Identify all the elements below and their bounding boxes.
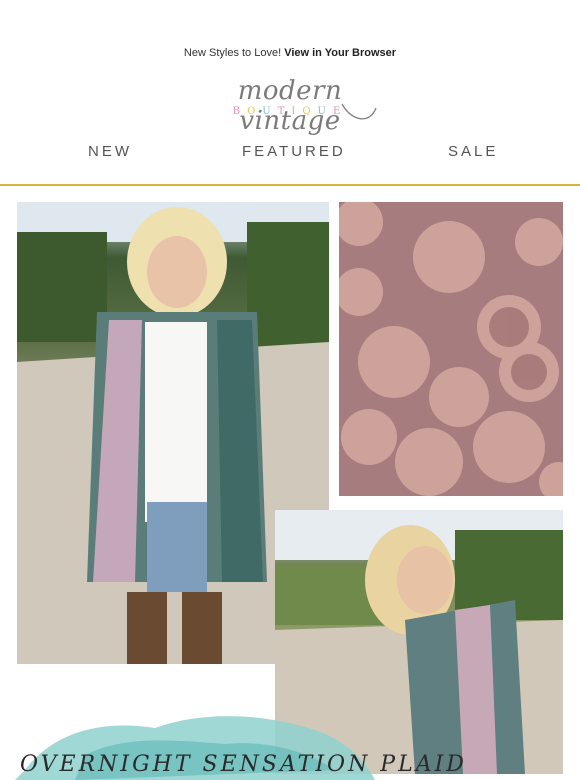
view-in-browser-link[interactable]: View in Your Browser [284, 47, 396, 59]
preheader-text: New Styles to Love! [183, 47, 285, 59]
dot-pattern-illustration [339, 202, 563, 496]
nav-item-new[interactable]: NEW [88, 143, 132, 160]
logo-letter: U [317, 106, 333, 117]
logo-letter: E [332, 106, 348, 117]
brand-logo[interactable]: modern vintage BOUTIQUE [190, 74, 390, 136]
hero-headline: OVERNIGHT SENSATION PLAID [20, 752, 467, 777]
logo-letter: U [262, 106, 278, 117]
logo-subtitle: BOUTIQUE [190, 106, 390, 117]
nav-item-sale[interactable]: SALE [448, 143, 498, 160]
main-nav: NEW FEATURED SALE [0, 143, 580, 163]
header-divider [0, 184, 580, 186]
logo-letter: T [277, 106, 292, 117]
nav-item-featured[interactable]: FEATURED [242, 143, 346, 160]
fabric-swatch-image [339, 202, 563, 496]
logo-letter: O [247, 106, 263, 117]
logo-letter: Q [302, 106, 318, 117]
logo-letter: I [291, 106, 303, 117]
preheader: New Styles to Love! View in Your Browser [0, 47, 580, 59]
logo-letter: B [232, 106, 248, 117]
